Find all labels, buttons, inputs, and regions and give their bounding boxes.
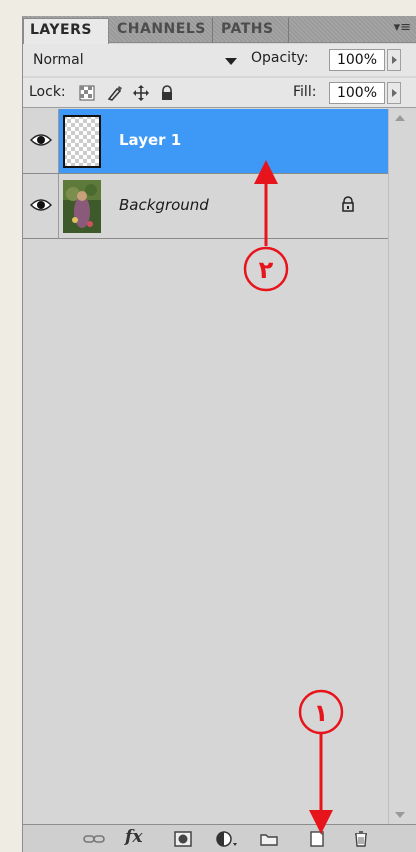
layer-row-layer-1[interactable]: Layer 1 [23,109,389,174]
blend-mode-row: Normal Opacity: 100% [23,44,416,76]
panel-tab-bar: LAYERS CHANNELS PATHS ▾≡ [23,16,416,44]
lock-icon [342,196,354,212]
opacity-input[interactable]: 100% [329,49,385,71]
eye-icon [30,134,52,146]
new-layer-icon[interactable] [307,829,327,849]
layers-list: Layer 1 Background [23,109,389,824]
visibility-toggle[interactable] [23,174,59,238]
opacity-slider-arrow-icon[interactable] [387,49,401,71]
lock-all-icon[interactable] [159,85,175,101]
blend-mode-dropdown[interactable]: Normal [29,49,239,71]
lock-row: Lock: Fill: 100% [23,78,416,108]
layer-name: Background [119,196,209,214]
layer-thumbnail-photo [63,180,101,233]
scroll-down-icon[interactable] [395,812,405,818]
scroll-up-icon[interactable] [395,115,405,121]
layers-scrollbar[interactable] [388,109,410,824]
layer-mask-icon[interactable] [173,829,193,849]
layer-name: Layer 1 [119,131,182,149]
fill-label: Fill: [293,84,317,100]
opacity-label: Opacity: [251,50,309,66]
visibility-toggle[interactable] [23,109,59,173]
lock-position-icon[interactable] [133,85,149,101]
fill-input[interactable]: 100% [329,82,385,104]
tab-paths[interactable]: PATHS [215,18,289,43]
panel-footer: fx [23,824,416,852]
trash-icon[interactable] [351,829,371,849]
tab-layers[interactable]: LAYERS [23,18,109,44]
folder-icon[interactable] [259,829,279,849]
layers-panel: LAYERS CHANNELS PATHS ▾≡ Normal Opacity:… [22,16,416,852]
panel-menu-icon[interactable]: ▾≡ [394,20,411,35]
blend-mode-value: Normal [33,52,84,68]
tab-channels[interactable]: CHANNELS [111,18,213,43]
layer-thumbnail-transparent [63,115,101,168]
chevron-down-icon [225,58,237,65]
fx-icon[interactable]: fx [125,827,142,847]
lock-transparency-icon[interactable] [79,85,95,101]
eye-icon [30,199,52,211]
layer-row-background[interactable]: Background [23,174,389,239]
fill-slider-arrow-icon[interactable] [387,82,401,104]
lock-pixels-icon[interactable] [107,85,123,101]
link-icon[interactable] [83,829,105,849]
lock-label: Lock: [29,84,66,100]
adjustment-layer-icon[interactable] [215,829,239,849]
